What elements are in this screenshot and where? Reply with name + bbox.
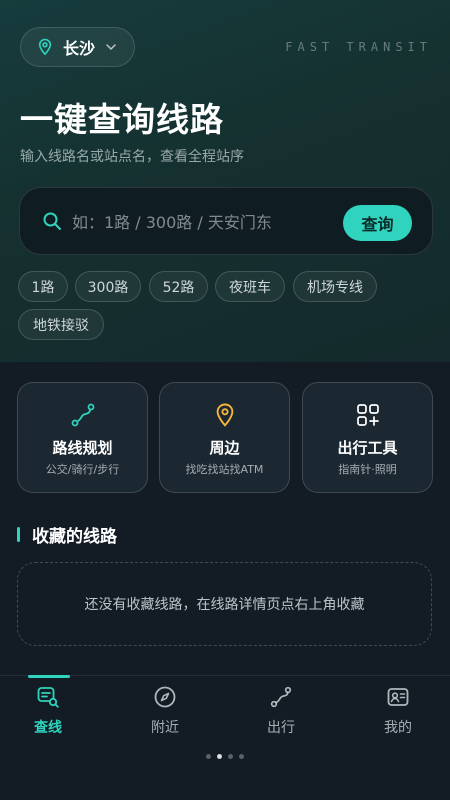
- nearby-card[interactable]: 周边 找吃找站找ATM: [159, 382, 290, 493]
- location-pin-icon: [216, 403, 233, 427]
- hero-section: 长沙 FAST TRANSIT 一键查询线路 输入线路名或站点名，查看全程站序 …: [0, 0, 450, 362]
- card-subtitle: 指南针·照明: [338, 463, 397, 476]
- active-tab-indicator: [28, 675, 70, 678]
- favorites-title: 收藏的线路: [32, 527, 117, 547]
- page-dot: [206, 754, 211, 759]
- tab-label: 查线: [34, 720, 62, 736]
- tab-nearby[interactable]: 附近: [125, 685, 205, 745]
- search-button[interactable]: 查询: [343, 205, 412, 241]
- city-name: 长沙: [63, 39, 96, 58]
- search-input[interactable]: [72, 202, 342, 242]
- page-title: 一键查询线路: [20, 100, 224, 139]
- route-planning-card[interactable]: 路线规划 公交/骑行/步行: [17, 382, 148, 493]
- tab-travel[interactable]: 出行: [241, 685, 321, 745]
- section-accent-bar: [17, 527, 20, 542]
- card-title: 周边: [209, 439, 240, 457]
- bottom-tab-bar: 查线 附近 出行 我的: [0, 675, 450, 800]
- city-selector[interactable]: 长沙: [20, 27, 135, 67]
- chip-1路[interactable]: 1路: [18, 271, 68, 302]
- chevron-down-icon: [106, 44, 116, 50]
- card-title: 路线规划: [52, 439, 113, 457]
- tab-label: 我的: [384, 720, 412, 736]
- brand-label: FAST TRANSIT: [285, 40, 432, 54]
- page-indicator: [0, 754, 450, 759]
- search-icon: [43, 212, 61, 230]
- favorites-header: 收藏的线路: [17, 522, 117, 547]
- card-subtitle: 公交/骑行/步行: [45, 463, 120, 476]
- page-dot: [239, 754, 244, 759]
- location-pin-icon: [38, 38, 52, 56]
- chip-airport-line[interactable]: 机场专线: [293, 271, 377, 302]
- chip-night-bus[interactable]: 夜班车: [215, 271, 285, 302]
- card-title: 出行工具: [337, 439, 398, 457]
- chip-300路[interactable]: 300路: [75, 271, 141, 302]
- card-subtitle: 找吃找站找ATM: [185, 463, 264, 476]
- route-icon: [71, 403, 94, 427]
- tools-grid-icon: [356, 404, 379, 426]
- tab-search-line[interactable]: 查线: [8, 685, 88, 745]
- profile-card-icon: [387, 688, 409, 706]
- travel-tools-card[interactable]: 出行工具 指南针·照明: [302, 382, 433, 493]
- bus-search-icon: [37, 687, 59, 708]
- page-subtitle: 输入线路名或站点名，查看全程站序: [20, 149, 244, 165]
- favorites-empty-state: 还没有收藏线路，在线路详情页点右上角收藏: [17, 562, 432, 646]
- search-bar: 查询: [19, 187, 433, 255]
- chip-52路[interactable]: 52路: [149, 271, 208, 302]
- feature-cards: 路线规划 公交/骑行/步行 周边 找吃找站找ATM 出行工具 指南针·照明: [17, 382, 433, 494]
- chip-metro-feeder[interactable]: 地铁接驳: [18, 309, 104, 340]
- tab-label: 出行: [267, 720, 295, 736]
- page-dot: [228, 754, 233, 759]
- compass-icon: [154, 686, 176, 708]
- page-dot-active: [217, 754, 222, 759]
- tab-label: 附近: [151, 720, 179, 736]
- route-icon: [270, 686, 292, 708]
- tab-profile[interactable]: 我的: [358, 685, 438, 745]
